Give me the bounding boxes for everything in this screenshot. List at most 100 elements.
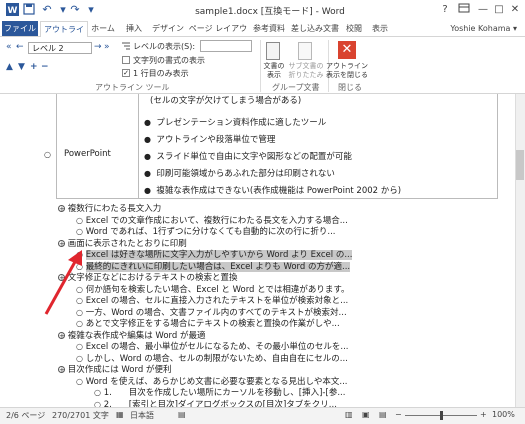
outline-item[interactable]: ○ Word を使えば、あらかじめ文書に必要な要素となる見出しや本文...	[76, 375, 348, 387]
outline-item[interactable]: ○ 一方、Word の場合、文書ファイル内のすべてのテキストが検索対...	[76, 306, 347, 318]
outline-item[interactable]: + 複数行にわたる長文入力	[58, 202, 161, 214]
expand-heading-icon[interactable]: +	[58, 239, 65, 247]
body-text-marker-icon[interactable]: ○	[76, 227, 83, 236]
body-text-marker-icon[interactable]: ○	[94, 388, 101, 397]
expand-heading-icon[interactable]: +	[58, 331, 65, 339]
show-level-select[interactable]	[200, 40, 252, 52]
tab-insert[interactable]: 挿入	[120, 21, 148, 36]
outline-item[interactable]: ○ 2. [索引と目次]ダイアログボックスの[目次]タブをクリ...	[94, 398, 337, 408]
outline-item-text: 何か語句を検索したい場合、Excel と Word とでは相違があります。	[85, 284, 350, 295]
show-document-icon[interactable]	[266, 42, 280, 60]
outline-item[interactable]: + 画面に表示されたとおりに印刷	[58, 237, 187, 249]
collapse-subdocs-label-2: 折りたたみ	[288, 71, 324, 79]
outline-item-text: 画面に表示されたとおりに印刷	[67, 238, 187, 249]
expand-heading-icon[interactable]: +	[58, 205, 65, 213]
outline-item[interactable]: ○ あとで文字修正をする場合にテキストの検索と置換の作業がしや...	[76, 317, 340, 329]
body-text-marker-icon[interactable]: ○	[94, 400, 101, 408]
word-logo-icon[interactable]: W	[5, 3, 19, 16]
svg-text:W: W	[7, 6, 17, 16]
collapse-icon[interactable]: −	[41, 62, 49, 72]
user-account[interactable]: Yoshie Kohama ▾	[450, 21, 517, 36]
promote-to-heading1-icon[interactable]: «	[6, 42, 12, 52]
zoom-slider-thumb[interactable]	[440, 411, 443, 420]
zoom-in-icon[interactable]: +	[480, 410, 487, 419]
minimize-button[interactable]: —	[475, 3, 491, 17]
show-first-line-checkbox[interactable]: ✓	[122, 69, 130, 77]
ribbon-display-options-button[interactable]	[456, 3, 472, 17]
web-layout-icon[interactable]: ▤	[379, 410, 387, 419]
expand-heading-icon[interactable]: +	[58, 366, 65, 374]
show-document-label-2: 表示	[267, 71, 281, 79]
language[interactable]: 日本語	[130, 410, 154, 421]
word-count[interactable]: 270/2701 文字	[52, 410, 109, 421]
show-level-icon	[122, 42, 130, 50]
table-divider	[138, 94, 139, 198]
save-icon[interactable]	[22, 3, 36, 16]
outline-level-select[interactable]: レベル 2	[28, 42, 92, 54]
help-button[interactable]: ?	[437, 3, 453, 17]
show-level-label: レベルの表示(S):	[133, 42, 196, 51]
zoom-out-icon[interactable]: −	[395, 410, 402, 419]
tab-view[interactable]: 表示	[368, 21, 392, 36]
print-layout-icon[interactable]: ▣	[362, 410, 370, 419]
outline-item[interactable]: ○ Excel での文章作成において、複数行にわたる長文を入力する場合...	[76, 214, 348, 226]
outline-item[interactable]: ○ 1. 目次を作成したい場所にカーソルを移動し、[挿入]-[参...	[94, 386, 345, 398]
redo-icon[interactable]: ↷	[68, 3, 82, 16]
tab-file[interactable]: ファイル	[2, 21, 38, 36]
outline-item[interactable]: ○ Excel の場合、セルに直接入力されたテキストを単位が検索対象と...	[76, 294, 348, 306]
outline-item[interactable]: + 目次作成には Word が便利	[58, 363, 171, 375]
show-text-format-checkbox[interactable]	[122, 56, 130, 64]
body-text-marker-icon[interactable]: ○	[76, 377, 83, 386]
show-text-format-label: 文字列の書式の表示	[133, 56, 205, 65]
outline-item-text: 2. [索引と目次]ダイアログボックスの[目次]タブをクリ...	[103, 399, 337, 408]
customize-qat-icon[interactable]: ▾	[84, 3, 98, 16]
outline-item[interactable]: + 複雑な表作成や編集は Word が最適	[58, 329, 205, 341]
tab-design[interactable]: デザイン	[150, 21, 186, 36]
group-master-label: グループ文書	[272, 83, 320, 92]
body-text-marker-icon[interactable]: ○	[76, 354, 83, 363]
scrollbar-thumb[interactable]	[516, 150, 524, 180]
outline-item[interactable]: ○ Word であれば、1行ずつに分けなくても自動的に次の行に折り...	[76, 225, 336, 237]
tab-references[interactable]: 参考資料	[250, 21, 288, 36]
outline-item-text: Word であれば、1行ずつに分けなくても自動的に次の行に折り...	[85, 227, 336, 237]
move-down-icon[interactable]: ▼	[18, 62, 25, 72]
outline-item-text: あとで文字修正をする場合にテキストの検索と置換の作業がしや...	[85, 319, 340, 329]
show-document-button[interactable]: 文書の 表示	[258, 62, 290, 80]
expand-icon[interactable]: +	[30, 62, 38, 72]
maximize-button[interactable]: □	[491, 3, 507, 17]
collapse-subdocs-icon[interactable]	[298, 42, 312, 60]
promote-icon[interactable]: ←	[16, 42, 24, 52]
close-outline-icon[interactable]: ✕	[338, 41, 356, 59]
outline-item-text: 複雑な表作成や編集は Word が最適	[67, 330, 206, 341]
tab-outline[interactable]: アウトライン	[40, 21, 88, 49]
demote-to-body-icon[interactable]: »	[104, 42, 110, 52]
close-window-button[interactable]: ✕	[507, 3, 523, 17]
close-outline-button[interactable]: アウトライン 表示を閉じる	[322, 62, 372, 80]
outline-item[interactable]: ○ 何か語句を検索したい場合、Excel と Word とでは相違があります。	[76, 283, 350, 295]
body-text-marker-icon[interactable]: ○	[76, 216, 83, 225]
outline-item[interactable]: ○ Excel の場合、最小単位がセルになるため、その最小単位のセルを...	[76, 340, 349, 352]
undo-icon[interactable]: ↶	[40, 3, 54, 16]
tab-page-layout[interactable]: ページ レイアウト	[188, 21, 248, 48]
read-mode-icon[interactable]: ▥	[345, 410, 353, 419]
outline-item-text: 複数行にわたる長文入力	[67, 204, 162, 214]
body-text-marker-icon[interactable]: ○	[76, 319, 83, 328]
body-text-marker-icon[interactable]: ○	[76, 342, 83, 351]
outline-item[interactable]: ○ しかし、Word の場合、セルの制限がないため、自由自在にセルの...	[76, 352, 348, 364]
bullet-icon: ●	[144, 152, 151, 161]
outline-item-text: Excel での文章作成において、複数行にわたる長文を入力する場合...	[85, 215, 348, 226]
outline-item[interactable]: ○ Excel は好きな場所に文字入力がしやすいから Word より Excel…	[76, 248, 353, 260]
tab-mailings[interactable]: 差し込み文書	[290, 21, 340, 36]
zoom-level[interactable]: 100%	[492, 410, 515, 419]
show-document-label-1: 文書の	[263, 62, 285, 70]
vertical-scrollbar[interactable]	[515, 94, 525, 407]
move-up-icon[interactable]: ▲	[6, 62, 13, 72]
collapse-subdocs-button[interactable]: サブ文書の 折りたたみ	[288, 62, 324, 80]
tab-review[interactable]: 校閲	[342, 21, 366, 36]
macro-icon[interactable]: ▤	[178, 410, 186, 419]
outline-item[interactable]: ○ 最終的にきれいに印刷したい場合は、Excel よりも Word の方が適..…	[76, 260, 351, 272]
proofing-icon[interactable]: ▦	[116, 410, 124, 419]
page-count[interactable]: 2/6 ページ	[6, 410, 45, 421]
demote-icon[interactable]: →	[94, 42, 102, 52]
tab-home[interactable]: ホーム	[88, 21, 118, 36]
